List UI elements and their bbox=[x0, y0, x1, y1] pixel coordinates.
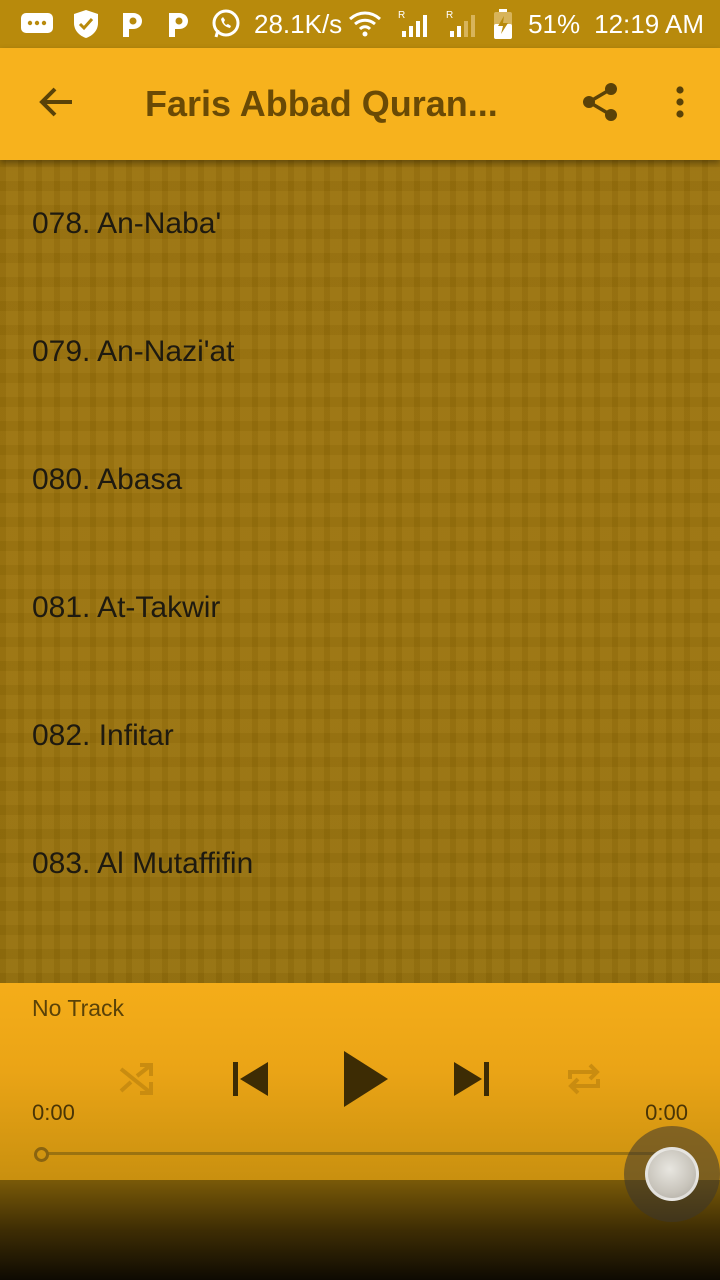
status-bar: 28.1K/s R R 51% 12:19 AM bbox=[0, 0, 720, 48]
elapsed-time: 0:00 bbox=[32, 1100, 75, 1125]
repeat-icon bbox=[564, 1059, 604, 1104]
player-controls bbox=[0, 1035, 720, 1125]
whatsapp-icon bbox=[210, 8, 242, 40]
track-label: 081. At-Takwir bbox=[32, 591, 221, 624]
track-label: 083. Al Mutaffifin bbox=[32, 847, 254, 880]
play-icon bbox=[340, 1049, 390, 1114]
list-item[interactable]: 083. Al Mutaffifin bbox=[0, 800, 720, 928]
wifi-icon bbox=[348, 10, 382, 38]
list-item[interactable]: 081. At-Takwir bbox=[0, 544, 720, 672]
arrow-back-icon bbox=[38, 86, 74, 123]
track-label: 079. An-Nazi'at bbox=[32, 335, 235, 368]
track-label: 082. Infitar bbox=[32, 719, 174, 752]
svg-text:R: R bbox=[398, 10, 405, 21]
track-label: 078. An-Naba' bbox=[32, 207, 222, 240]
back-button[interactable] bbox=[0, 48, 112, 160]
messages-icon bbox=[20, 11, 54, 37]
track-list: 078. An-Naba' 079. An-Nazi'at 080. Abasa… bbox=[0, 160, 720, 983]
seek-bar[interactable] bbox=[34, 1147, 694, 1162]
list-item[interactable]: 080. Abasa bbox=[0, 416, 720, 544]
assistive-touch-icon bbox=[645, 1147, 699, 1201]
parking-icon bbox=[164, 9, 192, 39]
list-item[interactable]: 079. An-Nazi'at bbox=[0, 288, 720, 416]
total-time: 0:00 bbox=[645, 1100, 688, 1125]
play-button[interactable] bbox=[330, 1043, 400, 1119]
repeat-button[interactable] bbox=[556, 1055, 612, 1107]
parking-icon bbox=[118, 9, 146, 39]
player-panel: No Track 0:00 0:00 bbox=[0, 983, 720, 1180]
battery-icon bbox=[492, 8, 514, 40]
seek-track bbox=[48, 1152, 688, 1155]
list-item[interactable]: 078. An-Naba' bbox=[0, 160, 720, 288]
page-title: Faris Abbad Quran... bbox=[145, 83, 498, 124]
share-button[interactable] bbox=[560, 48, 640, 160]
skip-next-icon bbox=[452, 1060, 492, 1103]
signal-icon: R bbox=[444, 9, 478, 39]
shield-icon bbox=[72, 9, 100, 39]
battery-percent: 51% bbox=[528, 8, 581, 39]
shuffle-button[interactable] bbox=[110, 1055, 162, 1107]
more-options-button[interactable] bbox=[640, 48, 720, 160]
shuffle-icon bbox=[118, 1061, 154, 1102]
share-icon bbox=[580, 81, 620, 128]
clock: 12:19 AM bbox=[594, 8, 704, 39]
bottom-shade bbox=[0, 1180, 720, 1280]
track-label: 080. Abasa bbox=[32, 463, 183, 496]
now-playing-label: No Track bbox=[32, 995, 125, 1021]
floating-assistive-button[interactable] bbox=[624, 1126, 720, 1222]
skip-previous-icon bbox=[230, 1060, 270, 1103]
network-speed: 28.1K/s bbox=[254, 8, 343, 39]
signal-icon: R bbox=[396, 9, 430, 39]
previous-button[interactable] bbox=[222, 1053, 278, 1109]
next-button[interactable] bbox=[444, 1053, 500, 1109]
app-bar: Faris Abbad Quran... bbox=[0, 48, 720, 160]
svg-text:R: R bbox=[446, 10, 453, 21]
more-vert-icon bbox=[674, 84, 686, 125]
seek-thumb[interactable] bbox=[34, 1147, 49, 1162]
list-item[interactable]: 082. Infitar bbox=[0, 672, 720, 800]
